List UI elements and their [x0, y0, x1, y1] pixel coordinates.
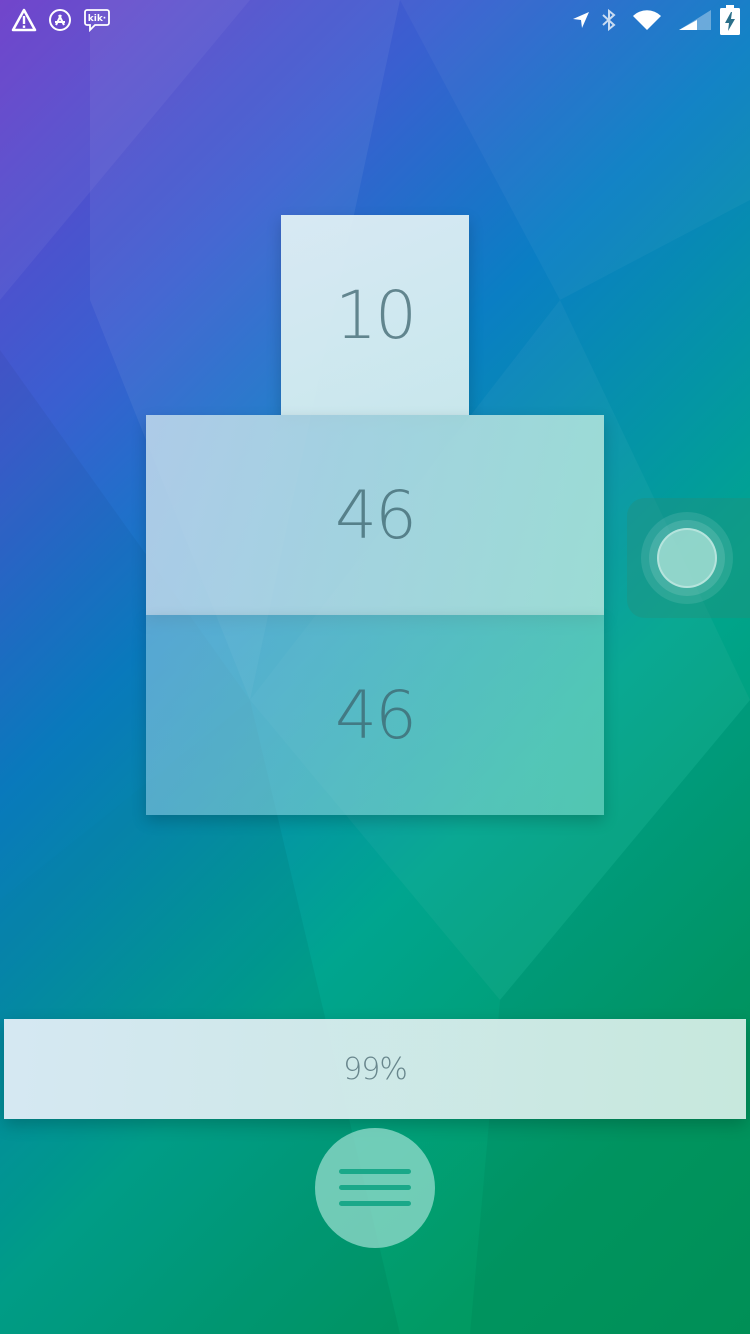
menu-button[interactable]: [315, 1128, 435, 1248]
middle-number-tile[interactable]: 46: [146, 415, 604, 615]
cell-signal-icon: [677, 8, 713, 32]
bottom-tile-value: 46: [335, 676, 417, 754]
kik-label: kik·: [88, 14, 106, 24]
top-tile-value: 10: [335, 276, 417, 354]
warning-icon: [11, 8, 37, 32]
kik-icon: kik·: [84, 8, 110, 32]
middle-tile-value: 46: [335, 476, 417, 554]
assistive-touch-button[interactable]: [627, 498, 750, 618]
wifi-icon: [632, 8, 662, 32]
battery-charging-icon: [719, 4, 741, 36]
progress-bar: 99%: [4, 1019, 746, 1119]
assistive-core-icon: [657, 528, 717, 588]
progress-label: 99%: [343, 1051, 408, 1087]
location-arrow-icon: [571, 8, 591, 32]
hamburger-menu-icon: [339, 1169, 411, 1206]
top-number-tile[interactable]: 10: [281, 215, 469, 415]
status-bar: kik·: [0, 0, 750, 40]
bluetooth-icon: [600, 8, 618, 32]
bottom-number-tile[interactable]: 46: [146, 615, 604, 815]
app-store-icon: [48, 8, 72, 32]
